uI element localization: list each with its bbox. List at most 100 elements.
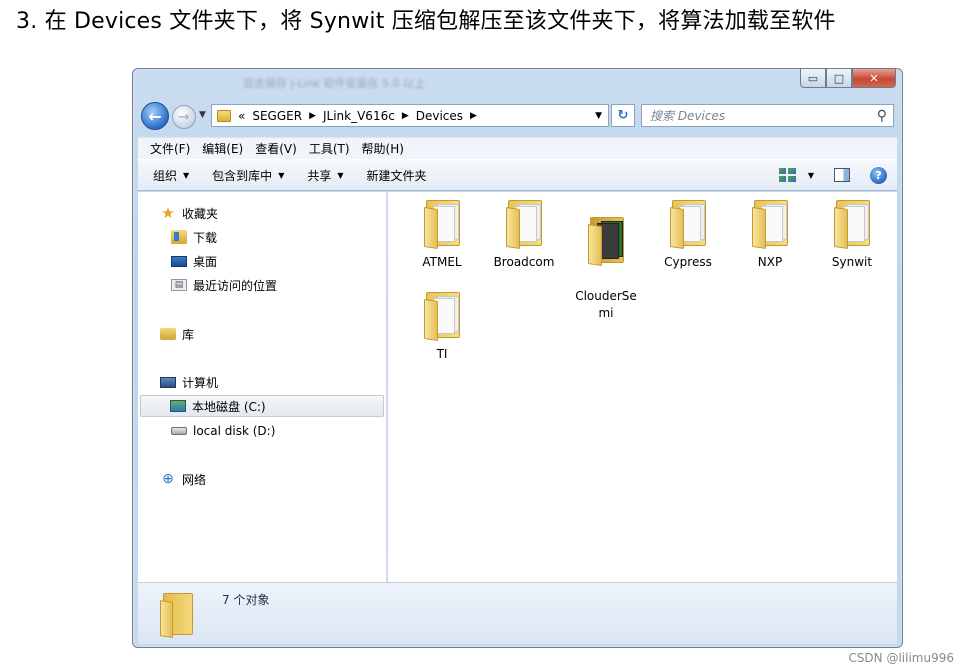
nav-libraries[interactable]: 库	[160, 323, 194, 345]
window-title: 双击保存 j-Link 软件安装在 5.0 以上	[243, 77, 426, 90]
address-row: ← → ▼ « SEGGER ▶ JLink_V616c ▶ Devices ▶…	[141, 101, 894, 130]
folder-item[interactable]: Broadcom	[486, 200, 562, 271]
chevron-right-icon[interactable]: ▶	[309, 111, 316, 121]
folder-name: TI	[436, 347, 448, 361]
folder-name: Cypress	[664, 255, 712, 269]
drive-icon	[171, 427, 187, 435]
folder-item[interactable]: Cypress	[650, 200, 726, 271]
chevron-down-icon[interactable]: ▼	[595, 111, 602, 121]
command-bar: 组织 ▼ 包含到库中 ▼ 共享 ▼ 新建文件夹 ▼ ?	[138, 159, 897, 191]
breadcrumb-jlink[interactable]: JLink_V616c	[323, 109, 395, 123]
search-input[interactable]: 搜索 Devices ⚲	[641, 104, 894, 127]
maximize-button[interactable]: □	[826, 69, 852, 88]
nav-label: 本地磁盘 (C:)	[192, 399, 266, 414]
preview-pane-icon[interactable]	[834, 168, 850, 182]
star-icon: ★	[161, 204, 175, 222]
desktop-icon	[171, 255, 187, 267]
close-button[interactable]: ✕	[852, 69, 896, 88]
file-list: ATMEL Broadcom ClouderSe mi Cypress NXP …	[388, 192, 897, 582]
recent-places-icon: ▤	[171, 279, 187, 291]
menu-bar: 文件(F) 编辑(E) 查看(V) 工具(T) 帮助(H)	[138, 137, 897, 159]
nav-label: 库	[182, 327, 195, 342]
folder-name: Broadcom	[493, 255, 555, 269]
nav-label: 桌面	[193, 254, 218, 269]
chevron-right-icon[interactable]: ▶	[470, 111, 477, 121]
watermark: CSDN @lilimu996	[848, 651, 954, 665]
minimize-button[interactable]: ▭	[800, 69, 826, 88]
computer-icon	[160, 376, 176, 388]
folder-item[interactable]: TI	[404, 292, 480, 363]
nav-label: 下载	[193, 230, 218, 245]
folder-icon	[586, 217, 626, 266]
chevron-down-icon: ▼	[278, 170, 285, 180]
menu-view[interactable]: 查看(V)	[255, 140, 297, 157]
window-controls: ▭ □ ✕	[800, 69, 896, 89]
new-folder-label: 新建文件夹	[366, 168, 427, 183]
folder-item[interactable]: ATMEL	[404, 200, 480, 271]
search-placeholder: 搜索 Devices	[650, 109, 726, 123]
folder-name: ATMEL	[422, 255, 462, 269]
network-icon: ⊕	[162, 471, 174, 487]
instruction-heading: 3. 在 Devices 文件夹下，将 Synwit 压缩包解压至该文件夹下，将…	[16, 9, 836, 34]
nav-label: 计算机	[182, 375, 219, 390]
menu-tools[interactable]: 工具(T)	[309, 140, 350, 157]
item-count: 7 个对象	[222, 593, 270, 607]
nav-computer[interactable]: 计算机	[160, 371, 218, 393]
new-folder-button[interactable]: 新建文件夹	[367, 167, 427, 184]
folder-icon	[750, 200, 790, 249]
include-library-label: 包含到库中	[212, 168, 273, 183]
change-view-icon[interactable]	[778, 168, 796, 182]
back-arrow-icon[interactable]: ←	[141, 102, 169, 130]
folder-icon	[217, 109, 231, 122]
details-pane: 7 个对象	[138, 582, 897, 644]
breadcrumb-devices[interactable]: Devices	[416, 109, 463, 123]
nav-desktop[interactable]: 桌面	[171, 250, 217, 272]
menu-help[interactable]: 帮助(H)	[362, 140, 404, 157]
folder-name: ClouderSe mi	[575, 289, 637, 320]
navigation-pane: ★ 收藏夹 下载 桌面 ▤ 最近访问的位置 库 计算机 本地磁盘 (C:) lo…	[138, 192, 387, 582]
folder-item[interactable]: Synwit	[814, 200, 890, 271]
folder-icon	[422, 200, 462, 249]
title-bar[interactable]: 双击保存 j-Link 软件安装在 5.0 以上 ▭ □ ✕	[133, 69, 902, 97]
share-button[interactable]: 共享 ▼	[307, 167, 343, 184]
address-bar[interactable]: « SEGGER ▶ JLink_V616c ▶ Devices ▶ ▼	[211, 104, 609, 127]
folder-icon	[504, 200, 544, 249]
organize-button[interactable]: 组织 ▼	[153, 167, 189, 184]
nav-label: 最近访问的位置	[193, 278, 278, 293]
nav-network[interactable]: ⊕ 网络	[160, 468, 206, 490]
folder-name: NXP	[757, 255, 783, 269]
chevron-right-icon[interactable]: ▶	[402, 111, 409, 121]
view-controls: ▼ ?	[778, 166, 887, 184]
folder-item[interactable]: ClouderSe mi	[568, 200, 644, 339]
refresh-icon[interactable]: ↻	[611, 104, 635, 127]
chevron-down-icon: ▼	[183, 170, 190, 180]
folder-icon	[422, 292, 462, 341]
downloads-icon	[171, 230, 187, 244]
recent-pages-dropdown-icon[interactable]: ▼	[199, 110, 206, 120]
chevron-down-icon[interactable]: ▼	[808, 171, 814, 180]
nav-label: local disk (D:)	[193, 424, 276, 438]
explorer-window: 双击保存 j-Link 软件安装在 5.0 以上 ▭ □ ✕ ← → ▼ « S…	[132, 68, 903, 648]
chevron-down-icon: ▼	[337, 170, 344, 180]
folder-icon	[832, 200, 872, 249]
nav-label: 收藏夹	[182, 206, 219, 221]
search-icon[interactable]: ⚲	[877, 108, 887, 124]
libraries-icon	[160, 328, 176, 340]
help-icon[interactable]: ?	[870, 166, 887, 184]
forward-arrow-icon[interactable]: →	[172, 105, 196, 129]
nav-label: 网络	[182, 472, 207, 487]
folder-icon	[668, 200, 708, 249]
breadcrumb-overflow[interactable]: «	[238, 109, 245, 123]
menu-edit[interactable]: 编辑(E)	[202, 140, 243, 157]
nav-local-disk-d[interactable]: local disk (D:)	[171, 420, 275, 442]
folder-icon	[160, 593, 196, 638]
nav-favorites[interactable]: ★ 收藏夹	[160, 202, 218, 224]
nav-downloads[interactable]: 下载	[171, 226, 217, 248]
include-library-button[interactable]: 包含到库中 ▼	[212, 167, 284, 184]
folder-item[interactable]: NXP	[732, 200, 808, 271]
breadcrumb-segger[interactable]: SEGGER	[252, 109, 302, 123]
menu-file[interactable]: 文件(F)	[150, 140, 190, 157]
share-label: 共享	[307, 168, 332, 183]
nav-recent[interactable]: ▤ 最近访问的位置	[171, 274, 277, 296]
nav-local-disk-c[interactable]: 本地磁盘 (C:)	[140, 395, 384, 417]
